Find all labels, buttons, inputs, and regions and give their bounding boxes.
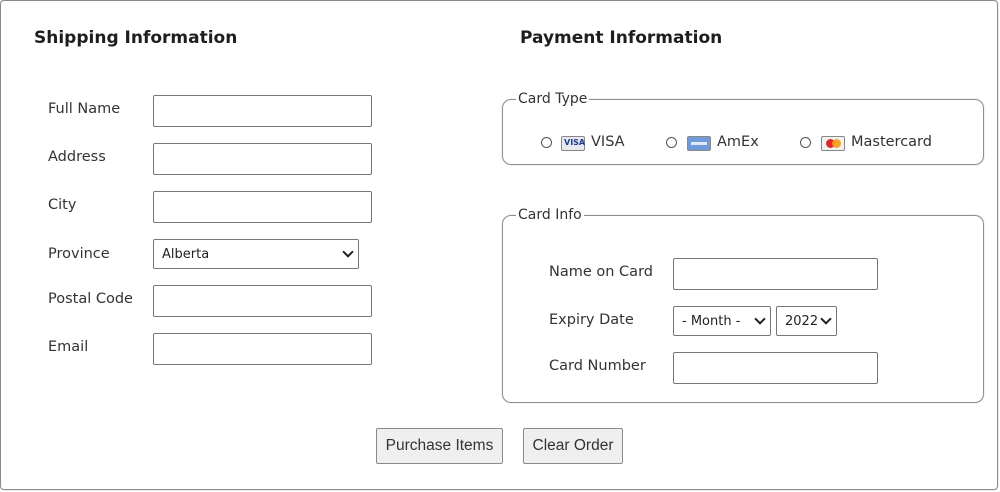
expiry-year-value: 2022 (785, 313, 819, 329)
visa-radio[interactable] (541, 137, 552, 148)
city-input[interactable] (153, 191, 372, 223)
province-selected-value: Alberta (162, 246, 210, 262)
name-on-card-input[interactable] (673, 258, 878, 290)
email-label: Email (48, 339, 89, 355)
card-number-input[interactable] (673, 352, 878, 384)
mastercard-label[interactable]: Mastercard (851, 134, 932, 150)
visa-card-icon (561, 136, 585, 151)
expiry-year-select[interactable]: 2022 (776, 306, 837, 336)
full-name-label: Full Name (48, 101, 121, 117)
purchase-items-button[interactable]: Purchase Items (376, 428, 503, 464)
amex-label[interactable]: AmEx (717, 134, 759, 150)
expiry-month-select[interactable]: - Month - (673, 306, 771, 336)
mastercard-radio[interactable] (800, 137, 811, 148)
address-label: Address (48, 149, 106, 165)
address-input[interactable] (153, 143, 372, 175)
postal-code-label: Postal Code (48, 291, 133, 307)
amex-card-icon (687, 136, 711, 151)
province-select[interactable]: Alberta (153, 239, 359, 269)
city-label: City (48, 197, 77, 213)
clear-order-button[interactable]: Clear Order (523, 428, 623, 464)
name-on-card-label: Name on Card (549, 264, 653, 280)
card-type-legend: Card Type (516, 91, 590, 107)
full-name-input[interactable] (153, 95, 372, 127)
card-type-fieldset (502, 99, 984, 165)
chevron-down-icon (820, 313, 832, 325)
expiry-month-value: - Month - (682, 313, 741, 329)
province-label: Province (48, 246, 110, 262)
chevron-down-icon (754, 313, 766, 325)
amex-radio[interactable] (666, 137, 677, 148)
card-number-label: Card Number (549, 358, 646, 374)
email-input[interactable] (153, 333, 372, 365)
shipping-section-title: Shipping Information (34, 28, 238, 48)
card-info-legend: Card Info (516, 207, 584, 223)
expiry-date-label: Expiry Date (549, 312, 634, 328)
chevron-down-icon (342, 246, 354, 258)
payment-section-title: Payment Information (520, 28, 723, 48)
mastercard-card-icon (821, 136, 845, 151)
postal-code-input[interactable] (153, 285, 372, 317)
visa-label[interactable]: VISA (591, 134, 625, 150)
